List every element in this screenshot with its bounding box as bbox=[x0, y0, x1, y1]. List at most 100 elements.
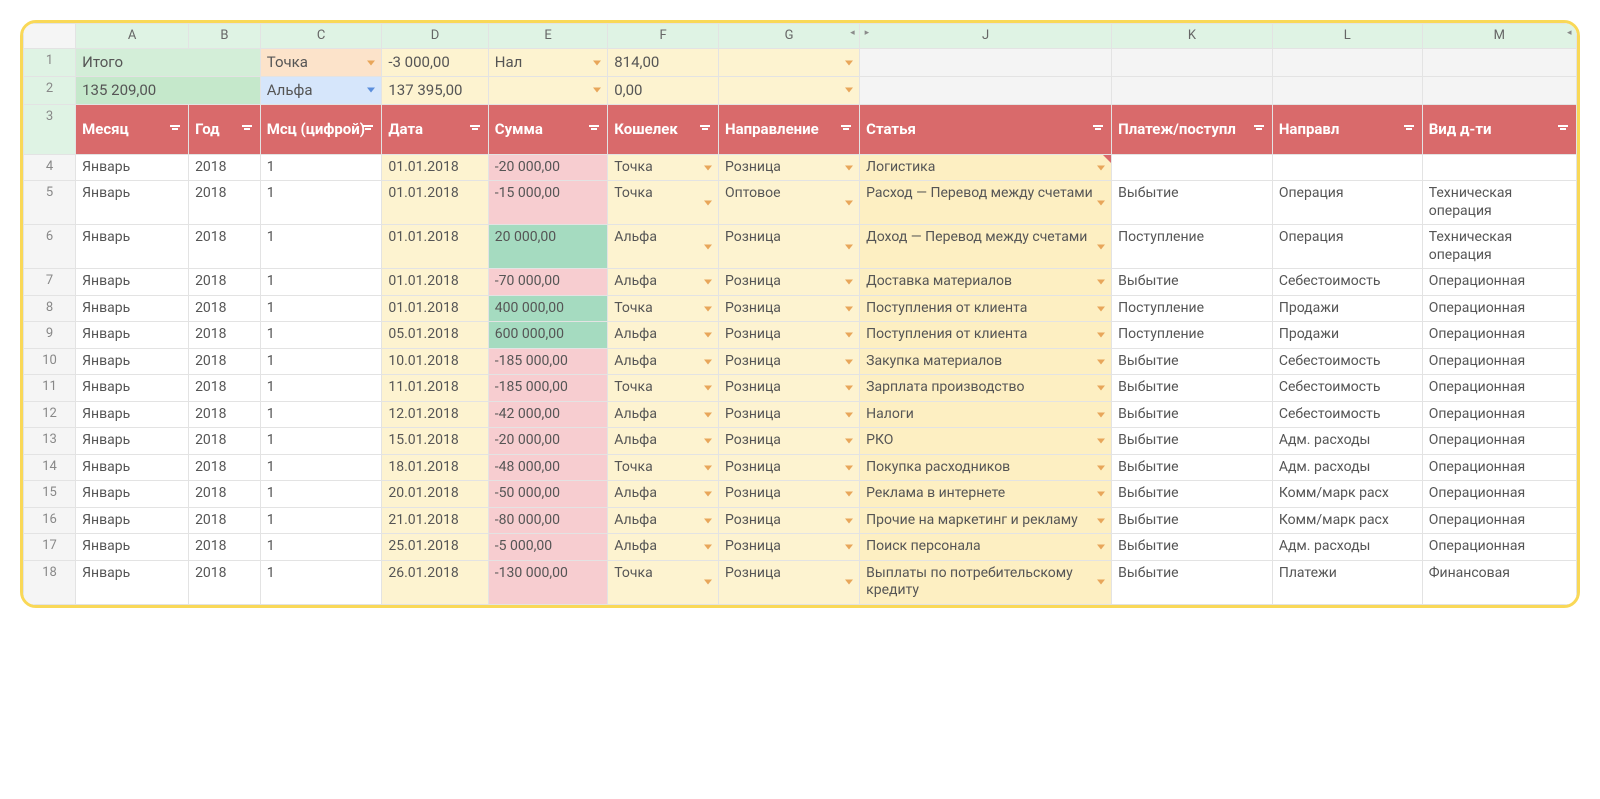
cell[interactable]: Выбытие bbox=[1112, 375, 1273, 402]
cell[interactable]: Закупка материалов bbox=[860, 348, 1112, 375]
cell[interactable]: Комм/марк расх bbox=[1272, 507, 1422, 534]
cell[interactable]: Январь bbox=[76, 507, 189, 534]
row-header[interactable]: 13 bbox=[24, 428, 76, 455]
cell[interactable]: 1 bbox=[260, 375, 382, 402]
cell[interactable]: Оптовое bbox=[719, 181, 860, 225]
dropdown-icon[interactable] bbox=[1097, 165, 1105, 170]
col-header-E[interactable]: E bbox=[488, 24, 607, 49]
cell[interactable]: Поиск персонала bbox=[860, 534, 1112, 561]
cell[interactable]: Финансовая bbox=[1422, 560, 1576, 604]
col-collapse-icon[interactable] bbox=[1569, 30, 1577, 42]
cell[interactable]: 600 000,00 bbox=[488, 322, 607, 349]
cell[interactable]: Операционная bbox=[1422, 454, 1576, 481]
filter-icon[interactable] bbox=[587, 122, 601, 136]
cell[interactable]: Январь bbox=[76, 560, 189, 604]
row-header-2[interactable]: 2 bbox=[24, 77, 76, 105]
cell[interactable]: Комм/марк расх bbox=[1272, 481, 1422, 508]
dropdown-icon[interactable] bbox=[704, 492, 712, 497]
dropdown-icon[interactable] bbox=[1097, 306, 1105, 311]
cell[interactable] bbox=[1422, 154, 1576, 181]
filter-icon[interactable] bbox=[361, 122, 375, 136]
header-article[interactable]: Статья bbox=[860, 104, 1112, 154]
filter-icon[interactable] bbox=[839, 122, 853, 136]
cell[interactable]: Себестоимость bbox=[1272, 348, 1422, 375]
cell[interactable]: 2018 bbox=[189, 401, 261, 428]
cell[interactable]: Расход — Перевод между счетами bbox=[860, 181, 1112, 225]
col-header-M[interactable]: M bbox=[1422, 24, 1576, 49]
dropdown-icon[interactable] bbox=[1097, 386, 1105, 391]
header-activity[interactable]: Вид д-ти bbox=[1422, 104, 1576, 154]
col-header-J[interactable]: J bbox=[860, 24, 1112, 49]
row-header[interactable]: 12 bbox=[24, 401, 76, 428]
cell[interactable]: Розница bbox=[719, 322, 860, 349]
header-month-num[interactable]: Мсц (цифрой) bbox=[260, 104, 382, 154]
cell[interactable]: Точка bbox=[608, 154, 719, 181]
cell[interactable]: Розница bbox=[719, 225, 860, 269]
cell[interactable]: 2018 bbox=[189, 348, 261, 375]
cell[interactable]: Себестоимость bbox=[1272, 401, 1422, 428]
dropdown-icon[interactable] bbox=[845, 165, 853, 170]
cell-L1[interactable] bbox=[1272, 49, 1422, 77]
cell[interactable]: Розница bbox=[719, 295, 860, 322]
dropdown-icon[interactable] bbox=[704, 306, 712, 311]
col-header-D[interactable]: D bbox=[382, 24, 488, 49]
dropdown-icon[interactable] bbox=[1097, 244, 1105, 249]
cell[interactable]: Операционная bbox=[1422, 507, 1576, 534]
cell[interactable]: Альфа bbox=[608, 225, 719, 269]
cell[interactable]: Точка bbox=[608, 181, 719, 225]
dropdown-icon[interactable] bbox=[1097, 439, 1105, 444]
cell[interactable]: Операционная bbox=[1422, 348, 1576, 375]
cell[interactable]: 1 bbox=[260, 454, 382, 481]
filter-icon[interactable] bbox=[240, 122, 254, 136]
cell[interactable]: 25.01.2018 bbox=[382, 534, 488, 561]
dropdown-icon[interactable] bbox=[845, 492, 853, 497]
cell[interactable]: Январь bbox=[76, 295, 189, 322]
dropdown-icon[interactable] bbox=[845, 60, 853, 65]
cell[interactable]: -130 000,00 bbox=[488, 560, 607, 604]
cell[interactable]: 2018 bbox=[189, 507, 261, 534]
cell[interactable]: Выплаты по потребительскому кредиту bbox=[860, 560, 1112, 604]
cell[interactable]: Адм. расходы bbox=[1272, 428, 1422, 455]
cell[interactable]: Выбытие bbox=[1112, 534, 1273, 561]
cell[interactable]: Выбытие bbox=[1112, 481, 1273, 508]
header-direction[interactable]: Направление bbox=[719, 104, 860, 154]
cell[interactable]: Себестоимость bbox=[1272, 375, 1422, 402]
cell[interactable]: 2018 bbox=[189, 154, 261, 181]
cell-M1[interactable] bbox=[1422, 49, 1576, 77]
dropdown-icon[interactable] bbox=[1097, 518, 1105, 523]
dropdown-icon[interactable] bbox=[1097, 280, 1105, 285]
comment-flag-icon[interactable] bbox=[1103, 155, 1111, 163]
header-month[interactable]: Месяц bbox=[76, 104, 189, 154]
cell[interactable]: 01.01.2018 bbox=[382, 269, 488, 296]
filter-icon[interactable] bbox=[1091, 122, 1105, 136]
cell[interactable]: Розница bbox=[719, 560, 860, 604]
cell[interactable]: Розница bbox=[719, 454, 860, 481]
row-header[interactable]: 4 bbox=[24, 154, 76, 181]
cell[interactable]: Январь bbox=[76, 481, 189, 508]
row-header[interactable]: 16 bbox=[24, 507, 76, 534]
dropdown-icon[interactable] bbox=[704, 165, 712, 170]
cell[interactable]: 11.01.2018 bbox=[382, 375, 488, 402]
cell[interactable]: Розница bbox=[719, 507, 860, 534]
dropdown-icon[interactable] bbox=[845, 280, 853, 285]
cell-D2[interactable]: 137 395,00 bbox=[382, 77, 488, 105]
cell[interactable]: Адм. расходы bbox=[1272, 454, 1422, 481]
cell[interactable]: 1 bbox=[260, 534, 382, 561]
cell[interactable]: Альфа bbox=[608, 481, 719, 508]
cell[interactable]: 2018 bbox=[189, 375, 261, 402]
header-napravl[interactable]: Направл bbox=[1272, 104, 1422, 154]
cell[interactable]: 18.01.2018 bbox=[382, 454, 488, 481]
cell[interactable]: Выбытие bbox=[1112, 507, 1273, 534]
cell[interactable]: 20.01.2018 bbox=[382, 481, 488, 508]
filter-icon[interactable] bbox=[1402, 122, 1416, 136]
cell[interactable]: 1 bbox=[260, 322, 382, 349]
select-all-corner[interactable] bbox=[24, 24, 76, 49]
cell[interactable]: Январь bbox=[76, 225, 189, 269]
cell-L2[interactable] bbox=[1272, 77, 1422, 105]
cell[interactable]: Реклама в интернете bbox=[860, 481, 1112, 508]
cell[interactable]: Техническая операция bbox=[1422, 225, 1576, 269]
dropdown-icon[interactable] bbox=[593, 60, 601, 65]
filter-icon[interactable] bbox=[468, 122, 482, 136]
dropdown-icon[interactable] bbox=[845, 359, 853, 364]
cell[interactable]: Операционная bbox=[1422, 322, 1576, 349]
